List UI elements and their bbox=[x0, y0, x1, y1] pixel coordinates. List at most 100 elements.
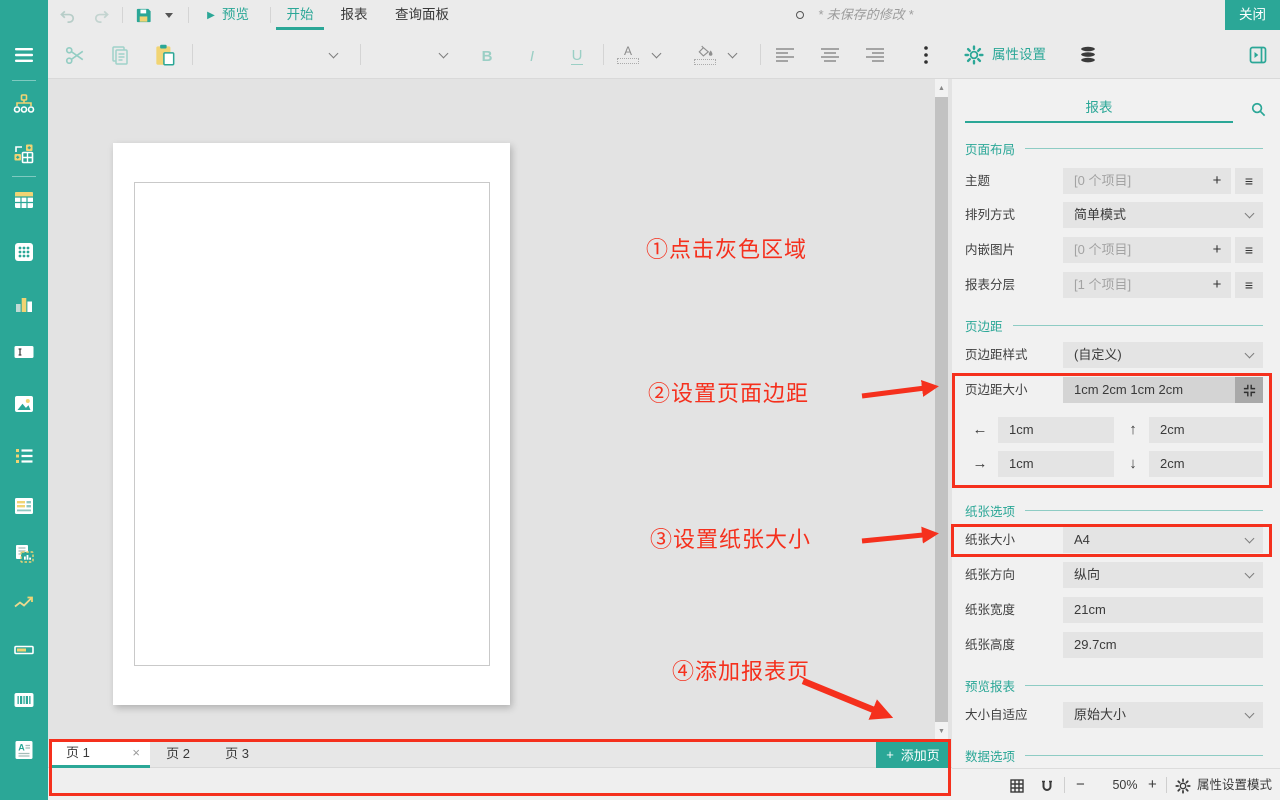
italic-button[interactable]: I bbox=[520, 43, 544, 69]
top-bar: ▶ 预览 开始 报表 查询面板 * 未保存的修改 * 关闭 bbox=[48, 0, 1280, 30]
copy-icon[interactable] bbox=[106, 41, 134, 69]
tab-home[interactable]: 开始 bbox=[276, 0, 324, 30]
mode-gear-icon[interactable] bbox=[1174, 777, 1192, 795]
chevron-down-icon[interactable] bbox=[728, 49, 738, 59]
tab-query-panel[interactable]: 查询面板 bbox=[384, 0, 460, 30]
banded-list-icon[interactable] bbox=[0, 490, 48, 522]
tab-report[interactable]: 报表 bbox=[330, 0, 378, 30]
table-icon[interactable] bbox=[0, 184, 48, 216]
design-canvas[interactable] bbox=[48, 79, 952, 740]
grid-icon[interactable] bbox=[1008, 777, 1026, 795]
save-icon[interactable] bbox=[132, 5, 154, 25]
zoom-level[interactable]: 50% bbox=[1102, 769, 1148, 800]
preview-play-icon[interactable]: ▶ bbox=[200, 5, 222, 25]
database-icon[interactable] bbox=[1074, 41, 1102, 69]
zoom-out-button[interactable]: − bbox=[1076, 769, 1085, 800]
hierarchy-icon[interactable] bbox=[0, 88, 48, 120]
paper-size-select[interactable]: A4 bbox=[1063, 527, 1263, 553]
fill-color-icon[interactable] bbox=[692, 42, 718, 68]
property-settings-label[interactable]: 属性设置 bbox=[992, 30, 1046, 79]
menu-icon[interactable] bbox=[0, 39, 48, 71]
paper-width-input[interactable]: 21cm bbox=[1063, 597, 1263, 623]
close-page-icon[interactable]: × bbox=[132, 740, 140, 765]
chevron-down-icon[interactable] bbox=[329, 49, 339, 59]
theme-field[interactable]: [0 个项目] bbox=[1063, 168, 1203, 194]
scroll-up-icon[interactable]: ▲ bbox=[935, 79, 948, 97]
collapse-panel-icon[interactable] bbox=[1244, 41, 1272, 69]
size-fit-select[interactable]: 原始大小 bbox=[1063, 702, 1263, 728]
list-icon[interactable] bbox=[0, 440, 48, 472]
undo-icon[interactable] bbox=[56, 5, 78, 25]
margin-top-arrow-icon: ↑ bbox=[1123, 417, 1143, 443]
separator bbox=[760, 44, 761, 65]
margin-top-input[interactable]: 2cm bbox=[1149, 417, 1263, 443]
margin-right-input[interactable]: 1cm bbox=[998, 451, 1114, 477]
chevron-down-icon[interactable] bbox=[439, 49, 449, 59]
underline-button[interactable]: U bbox=[565, 43, 589, 69]
clipped-bottom-icon[interactable] bbox=[0, 790, 48, 800]
arrange-mode-select[interactable]: 简单模式 bbox=[1063, 202, 1263, 228]
textbox-icon[interactable] bbox=[0, 336, 48, 368]
report-designer-app: A ▶ 预览 开始 报表 查询面板 * 未保存的修改 * 关闭 bbox=[0, 0, 1280, 800]
sparkline-icon[interactable] bbox=[0, 586, 48, 618]
property-row-report-layers: 报表分层 [1 个项目] + ≡ bbox=[952, 272, 1280, 298]
align-left-icon[interactable] bbox=[771, 41, 799, 69]
mode-label[interactable]: 属性设置模式 bbox=[1197, 769, 1272, 800]
margin-size-value[interactable]: 1cm 2cm 1cm 2cm bbox=[1063, 377, 1235, 403]
margin-style-select[interactable]: (自定义) bbox=[1063, 342, 1263, 368]
bold-button[interactable]: B bbox=[475, 43, 499, 69]
property-row-paper-size: 纸张大小 A4 bbox=[952, 527, 1280, 553]
collapse-editor-icon[interactable] bbox=[1235, 377, 1263, 403]
more-options-icon[interactable] bbox=[919, 44, 933, 66]
search-icon[interactable] bbox=[1250, 101, 1267, 123]
section-page-layout: 页面布局 bbox=[965, 140, 1263, 156]
margin-left-input[interactable]: 1cm bbox=[998, 417, 1114, 443]
embedded-images-field[interactable]: [0 个项目] bbox=[1063, 237, 1203, 263]
paper-orientation-select[interactable]: 纵向 bbox=[1063, 562, 1263, 588]
theme-list-button[interactable]: ≡ bbox=[1235, 168, 1263, 194]
subreport-icon[interactable] bbox=[0, 538, 48, 570]
image-icon[interactable] bbox=[0, 388, 48, 420]
margin-bottom-input[interactable]: 2cm bbox=[1149, 451, 1263, 477]
property-row-size-fit: 大小自适应 原始大小 bbox=[952, 702, 1280, 728]
property-row-theme: 主题 [0 个项目] + ≡ bbox=[952, 168, 1280, 194]
add-image-button[interactable]: + bbox=[1203, 237, 1231, 263]
align-right-icon[interactable] bbox=[861, 41, 889, 69]
add-page-button[interactable]: + 添加页 bbox=[876, 740, 950, 768]
chevron-down-icon[interactable] bbox=[652, 49, 662, 59]
richtext-icon[interactable]: A bbox=[0, 734, 48, 766]
panel-tab-report[interactable]: 报表 bbox=[965, 95, 1233, 121]
add-layer-button[interactable]: + bbox=[1203, 272, 1231, 298]
add-theme-button[interactable]: + bbox=[1203, 168, 1231, 194]
progress-bar-icon[interactable] bbox=[0, 634, 48, 666]
save-dropdown-icon[interactable] bbox=[158, 5, 180, 25]
font-color-icon[interactable]: A bbox=[615, 42, 641, 68]
preview-button[interactable]: 预览 bbox=[222, 0, 249, 30]
section-data-options: 数据选项 bbox=[965, 747, 1263, 763]
scroll-down-icon[interactable]: ▼ bbox=[935, 722, 948, 740]
page-tab-1[interactable]: 页 1 × bbox=[50, 740, 150, 768]
gear-icon[interactable] bbox=[964, 45, 984, 70]
report-page[interactable] bbox=[113, 143, 510, 705]
layer-list-button[interactable]: ≡ bbox=[1235, 272, 1263, 298]
cut-icon[interactable] bbox=[61, 41, 89, 69]
snap-magnet-icon[interactable] bbox=[1038, 777, 1056, 795]
page-tab-2[interactable]: 页 2 bbox=[150, 740, 206, 768]
report-layers-field[interactable]: [1 个项目] bbox=[1063, 272, 1203, 298]
close-button[interactable]: 关闭 bbox=[1225, 0, 1280, 30]
zoom-in-button[interactable]: + bbox=[1148, 769, 1157, 800]
paste-icon[interactable] bbox=[151, 41, 179, 69]
matrix-icon[interactable] bbox=[0, 236, 48, 268]
chart-icon[interactable] bbox=[0, 288, 48, 320]
scrollbar-thumb[interactable] bbox=[935, 97, 948, 722]
vertical-scrollbar[interactable]: ▲ ▼ bbox=[935, 79, 948, 740]
redo-icon[interactable] bbox=[90, 5, 112, 25]
separator bbox=[603, 44, 604, 65]
paper-height-input[interactable]: 29.7cm bbox=[1063, 632, 1263, 658]
align-center-icon[interactable] bbox=[816, 41, 844, 69]
page-tab-3[interactable]: 页 3 bbox=[206, 740, 268, 768]
annotation-step4: ④添加报表页 bbox=[672, 654, 810, 686]
barcode-icon[interactable] bbox=[0, 684, 48, 716]
image-list-button[interactable]: ≡ bbox=[1235, 237, 1263, 263]
layout-add-icon[interactable] bbox=[0, 138, 48, 170]
